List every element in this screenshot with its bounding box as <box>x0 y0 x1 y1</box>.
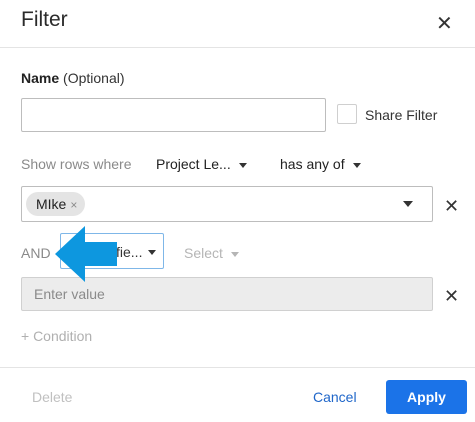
value-chip: MIke × <box>26 192 86 216</box>
show-rows-label: Show rows where <box>21 156 132 172</box>
chevron-down-icon[interactable] <box>403 201 413 207</box>
delete-button[interactable]: Delete <box>32 389 72 405</box>
share-filter-checkbox[interactable] <box>337 104 357 124</box>
value-input-2-placeholder: Enter value <box>34 286 105 302</box>
field-dropdown-1[interactable]: Project Le... <box>156 156 247 172</box>
name-label: Name (Optional) <box>21 70 125 86</box>
add-condition-button[interactable]: + Condition <box>21 328 92 344</box>
remove-condition-1-icon[interactable]: ✕ <box>444 196 459 217</box>
operator-dropdown-1-label: has any of <box>280 156 345 172</box>
chevron-down-icon <box>352 162 361 168</box>
name-label-text: Name <box>21 70 60 86</box>
share-filter-label: Share Filter <box>365 107 438 123</box>
operator-dropdown-2-label: Select <box>184 245 223 261</box>
chevron-down-icon <box>238 162 247 168</box>
apply-button[interactable]: Apply <box>386 380 467 414</box>
dialog-title: Filter <box>21 8 68 31</box>
and-label: AND <box>21 245 51 261</box>
close-icon[interactable]: ✕ <box>436 11 453 36</box>
dialog-footer: Delete Cancel Apply <box>0 367 475 422</box>
dialog-header: Filter ✕ <box>0 0 475 48</box>
cancel-button[interactable]: Cancel <box>313 389 357 405</box>
pointer-arrow-icon <box>55 226 117 282</box>
chevron-down-icon <box>230 251 239 257</box>
optional-label: (Optional) <box>63 70 125 86</box>
operator-dropdown-2[interactable]: Select <box>184 245 239 261</box>
chevron-down-icon <box>148 250 156 255</box>
remove-condition-2-icon[interactable]: ✕ <box>444 286 459 307</box>
value-multiselect-1[interactable]: MIke × <box>21 186 433 222</box>
value-chip-label: MIke <box>36 196 67 212</box>
chip-remove-icon[interactable]: × <box>70 198 77 212</box>
field-dropdown-1-label: Project Le... <box>156 156 231 172</box>
filter-name-input[interactable] <box>21 98 326 132</box>
operator-dropdown-1[interactable]: has any of <box>280 156 361 172</box>
